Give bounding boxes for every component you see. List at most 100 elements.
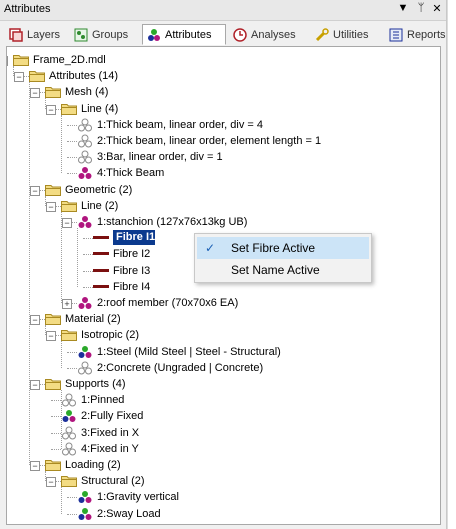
folder-icon (45, 86, 61, 99)
tree-folder-node[interactable]: − Mesh (4) (7, 84, 437, 100)
tree-node-label: 4:Thick Beam (97, 167, 165, 180)
pin-icon[interactable]: ᛘ (414, 2, 428, 14)
collapse-icon[interactable]: − (46, 477, 56, 488)
tree-connector (29, 82, 30, 465)
analyses-icon (233, 28, 247, 42)
tree-folder-node[interactable]: − Frame_2D.mdl (7, 52, 437, 68)
tree-node-label: Supports (4) (65, 378, 126, 390)
expand-icon[interactable]: + (62, 299, 72, 309)
tree-folder-node[interactable]: − Line (4) (7, 101, 437, 117)
tree-folder-node[interactable]: − Supports (4) (7, 376, 437, 392)
tree-node-label: Fibre I2 (113, 248, 151, 261)
tree-folder-node[interactable]: − Line (2) (7, 198, 437, 214)
menu-item-set-name-active[interactable]: Set Name Active (197, 259, 369, 281)
tree-node-label: 1:Steel (Mild Steel | Steel - Structural… (97, 345, 281, 358)
context-menu: ✓ Set Fibre Active Set Name Active (194, 233, 372, 283)
utilities-icon (315, 28, 329, 42)
tree-attribute-node[interactable]: 1:Pinned (7, 392, 437, 408)
folder-icon (13, 54, 29, 66)
folder-icon (29, 70, 45, 83)
tree-attribute-node[interactable]: 4:Fixed in Y (7, 441, 437, 457)
collapse-icon[interactable]: − (30, 88, 40, 99)
tree-node-label: Material (2) (65, 313, 121, 326)
tab-reports[interactable]: Reports (384, 24, 446, 45)
attributes-tree[interactable]: −Frame_2D.mdl−Attributes (14)−Mesh (4)−L… (6, 46, 441, 525)
tree-folder-node[interactable]: − Isotropic (2) (7, 327, 437, 343)
folder-icon (61, 329, 77, 342)
tree-folder-node[interactable]: − Structural (2) (7, 473, 437, 489)
tree-folder-node[interactable]: − Geometric (2) (7, 182, 437, 198)
tree-connector (83, 270, 93, 272)
tree-attribute-node[interactable]: 2:Concrete (Ungraded | Concrete) (7, 360, 437, 376)
tree-attribute-node[interactable]: 1:Steel (Mild Steel | Steel - Structural… (7, 344, 437, 360)
tree-folder-node[interactable]: − Material (2) (7, 311, 437, 327)
collapse-icon[interactable]: − (46, 201, 56, 212)
tree-attribute-node[interactable]: +2:roof member (70x70x6 EA) (7, 295, 437, 311)
tab-layers[interactable]: Layers (4, 24, 68, 45)
collapse-icon[interactable]: − (14, 72, 24, 83)
tree-folder-node[interactable]: − Loading (2) (7, 457, 437, 473)
selected-node-label: Fibre I1 (113, 230, 155, 246)
attribute-icon (77, 490, 93, 504)
tree-folder-node[interactable]: − Attributes (14) (7, 68, 437, 84)
tree-attribute-node[interactable]: 2:Thick beam, linear order, element leng… (7, 133, 437, 149)
collapse-icon[interactable]: − (30, 461, 40, 471)
collapse-icon[interactable]: − (30, 185, 40, 196)
fibre-section-icon (93, 236, 109, 240)
tab-groups-label: Groups (92, 29, 129, 41)
collapse-icon[interactable]: − (7, 56, 8, 66)
collapse-icon[interactable]: − (30, 315, 40, 326)
folder-icon (45, 459, 61, 471)
tree-attribute-node[interactable]: 4:Thick Beam (7, 165, 437, 181)
tree-node-label: Line (2) (81, 199, 119, 212)
menu-item-set-fibre-active[interactable]: ✓ Set Fibre Active (197, 237, 369, 259)
attribute-icon (61, 426, 77, 440)
tree-node-label: Fibre I3 (113, 264, 151, 277)
collapse-icon[interactable]: − (46, 331, 56, 342)
tree-node-label: 4:Fixed in Y (81, 442, 139, 455)
tree-connector (45, 471, 46, 482)
close-icon[interactable]: ✕ (430, 2, 444, 15)
tab-analyses-label: Analyses (251, 29, 296, 41)
tab-attributes-label: Attributes (165, 29, 212, 41)
collapse-icon[interactable]: − (62, 218, 72, 228)
layers-icon (9, 28, 23, 42)
groups-icon (74, 28, 88, 42)
tree-connector (83, 286, 93, 288)
tree-connector (67, 367, 77, 369)
tree-attribute-node[interactable]: 3:Fixed in X (7, 425, 437, 441)
dropdown-icon[interactable]: ▼ (396, 2, 410, 14)
fibre-section-icon (93, 268, 109, 272)
tree-node-label: 3:Fixed in X (81, 426, 140, 439)
scrollbar-gutter (447, 0, 456, 529)
tab-analyses[interactable]: Analyses (228, 24, 308, 45)
tree-connector (61, 211, 62, 303)
tree-attribute-node[interactable]: 1:Thick beam, linear order, div = 4 (7, 117, 437, 133)
tab-utilities[interactable]: Utilities (310, 24, 382, 45)
tab-attributes[interactable]: Attributes (142, 24, 226, 45)
tree-connector (67, 173, 77, 175)
collapse-icon[interactable]: − (46, 104, 56, 115)
tree-node-label: 2:Sway Load (97, 507, 161, 520)
tree-node-label: Isotropic (2) (81, 329, 140, 342)
tree-attribute-node[interactable]: 3:Bar, linear order, div = 1 (7, 149, 437, 165)
tree-attribute-node[interactable]: 1:Gravity vertical (7, 489, 437, 505)
tree-connector (67, 513, 77, 515)
attribute-icon (61, 393, 77, 407)
fibre-section-icon (93, 284, 109, 288)
tree-attribute-node[interactable]: 2:Sway Load (7, 506, 437, 522)
collapse-icon[interactable]: − (30, 380, 40, 390)
tree-node-label: 1:Thick beam, linear order, div = 4 (97, 118, 263, 131)
tree-attribute-node[interactable]: 2:Fully Fixed (7, 408, 437, 424)
panel-title: Attributes (4, 3, 51, 15)
tree-node-label: 2:Thick beam, linear order, element leng… (97, 135, 322, 147)
menu-item-label: Set Name Active (231, 263, 320, 277)
tab-groups[interactable]: Groups (69, 24, 141, 45)
tab-reports-label: Reports (407, 29, 446, 41)
folder-icon (45, 184, 61, 196)
tree-connector (61, 487, 62, 514)
tree-node-label: 1:Gravity vertical (97, 491, 179, 504)
tree-attribute-node[interactable]: − 1:stanchion (127x76x13kg UB) (7, 214, 437, 230)
tree-connector (51, 400, 61, 402)
menu-item-label: Set Fibre Active (231, 241, 316, 255)
